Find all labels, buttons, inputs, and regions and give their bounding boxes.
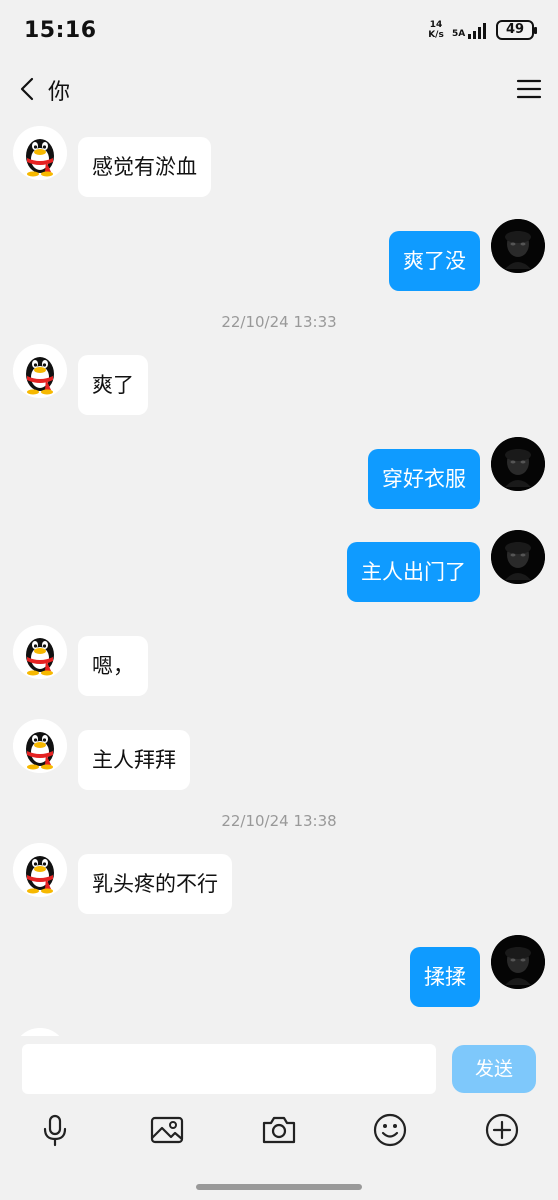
penguin-avatar-icon bbox=[13, 126, 67, 180]
contact-avatar[interactable] bbox=[13, 1028, 67, 1036]
image-button[interactable] bbox=[149, 1112, 185, 1148]
composer-toolbar bbox=[0, 1108, 558, 1158]
contact-avatar[interactable] bbox=[13, 843, 67, 897]
user-avatar[interactable] bbox=[491, 530, 545, 584]
status-icons: 14 K/s 5A 49 bbox=[426, 20, 537, 40]
home-indicator[interactable] bbox=[196, 1184, 362, 1190]
chevron-left-icon bbox=[20, 77, 34, 101]
user-avatar[interactable] bbox=[491, 935, 545, 989]
status-bar: 15:16 14 K/s 5A 49 bbox=[0, 0, 558, 64]
plus-circle-icon bbox=[485, 1113, 519, 1147]
user-avatar-icon bbox=[491, 935, 545, 989]
send-button[interactable]: 发送 bbox=[452, 1045, 536, 1093]
message-timestamp: 22/10/24 13:33 bbox=[221, 313, 337, 331]
contact-avatar[interactable] bbox=[13, 344, 67, 398]
message-bubble-received[interactable]: 感觉有淤血 bbox=[78, 137, 211, 197]
contact-avatar[interactable] bbox=[13, 126, 67, 180]
penguin-avatar-icon bbox=[13, 719, 67, 773]
microphone-icon bbox=[43, 1114, 67, 1147]
menu-button[interactable] bbox=[514, 74, 544, 104]
network-speed-value: 14 bbox=[429, 20, 443, 30]
voice-button[interactable] bbox=[37, 1112, 73, 1148]
message-list[interactable]: 感觉有淤血 爽了没 22/10/24 13:33 爽了 穿好衣服 主人出门了 嗯… bbox=[0, 116, 558, 1036]
network-type: 5A bbox=[452, 29, 466, 39]
user-avatar[interactable] bbox=[491, 437, 545, 491]
camera-icon bbox=[262, 1116, 296, 1144]
more-button[interactable] bbox=[484, 1112, 520, 1148]
chat-header: 你 bbox=[0, 64, 558, 116]
camera-button[interactable] bbox=[261, 1112, 297, 1148]
message-bubble-sent[interactable]: 穿好衣服 bbox=[368, 449, 480, 509]
contact-avatar[interactable] bbox=[13, 719, 67, 773]
contact-avatar[interactable] bbox=[13, 625, 67, 679]
emoji-button[interactable] bbox=[372, 1112, 408, 1148]
emoji-icon bbox=[373, 1113, 407, 1147]
penguin-avatar-icon bbox=[13, 1028, 67, 1036]
chat-title: 你 bbox=[48, 80, 71, 105]
image-icon bbox=[150, 1116, 184, 1144]
signal-icon: 5A bbox=[452, 21, 490, 39]
status-time: 15:16 bbox=[24, 18, 97, 43]
user-avatar[interactable] bbox=[491, 219, 545, 273]
back-button[interactable] bbox=[14, 74, 44, 104]
message-bubble-received[interactable]: 乳头疼的不行 bbox=[78, 854, 232, 914]
hamburger-menu-icon bbox=[516, 79, 542, 99]
message-bubble-received[interactable]: 爽了 bbox=[78, 355, 148, 415]
message-input[interactable] bbox=[22, 1044, 436, 1094]
message-bubble-received[interactable]: 主人拜拜 bbox=[78, 730, 190, 790]
network-speed-unit: K/s bbox=[428, 30, 444, 40]
penguin-avatar-icon bbox=[13, 843, 67, 897]
message-timestamp: 22/10/24 13:38 bbox=[221, 812, 337, 830]
composer: 发送 bbox=[0, 1036, 558, 1200]
user-avatar-icon bbox=[491, 530, 545, 584]
message-bubble-received[interactable]: 嗯， bbox=[78, 636, 148, 696]
penguin-avatar-icon bbox=[13, 625, 67, 679]
penguin-avatar-icon bbox=[13, 344, 67, 398]
user-avatar-icon bbox=[491, 219, 545, 273]
user-avatar-icon bbox=[491, 437, 545, 491]
message-bubble-sent[interactable]: 主人出门了 bbox=[347, 542, 480, 602]
battery-icon: 49 bbox=[496, 20, 537, 40]
network-speed: 14 K/s bbox=[426, 20, 446, 40]
message-bubble-sent[interactable]: 揉揉 bbox=[410, 947, 480, 1007]
message-bubble-sent[interactable]: 爽了没 bbox=[389, 231, 480, 291]
